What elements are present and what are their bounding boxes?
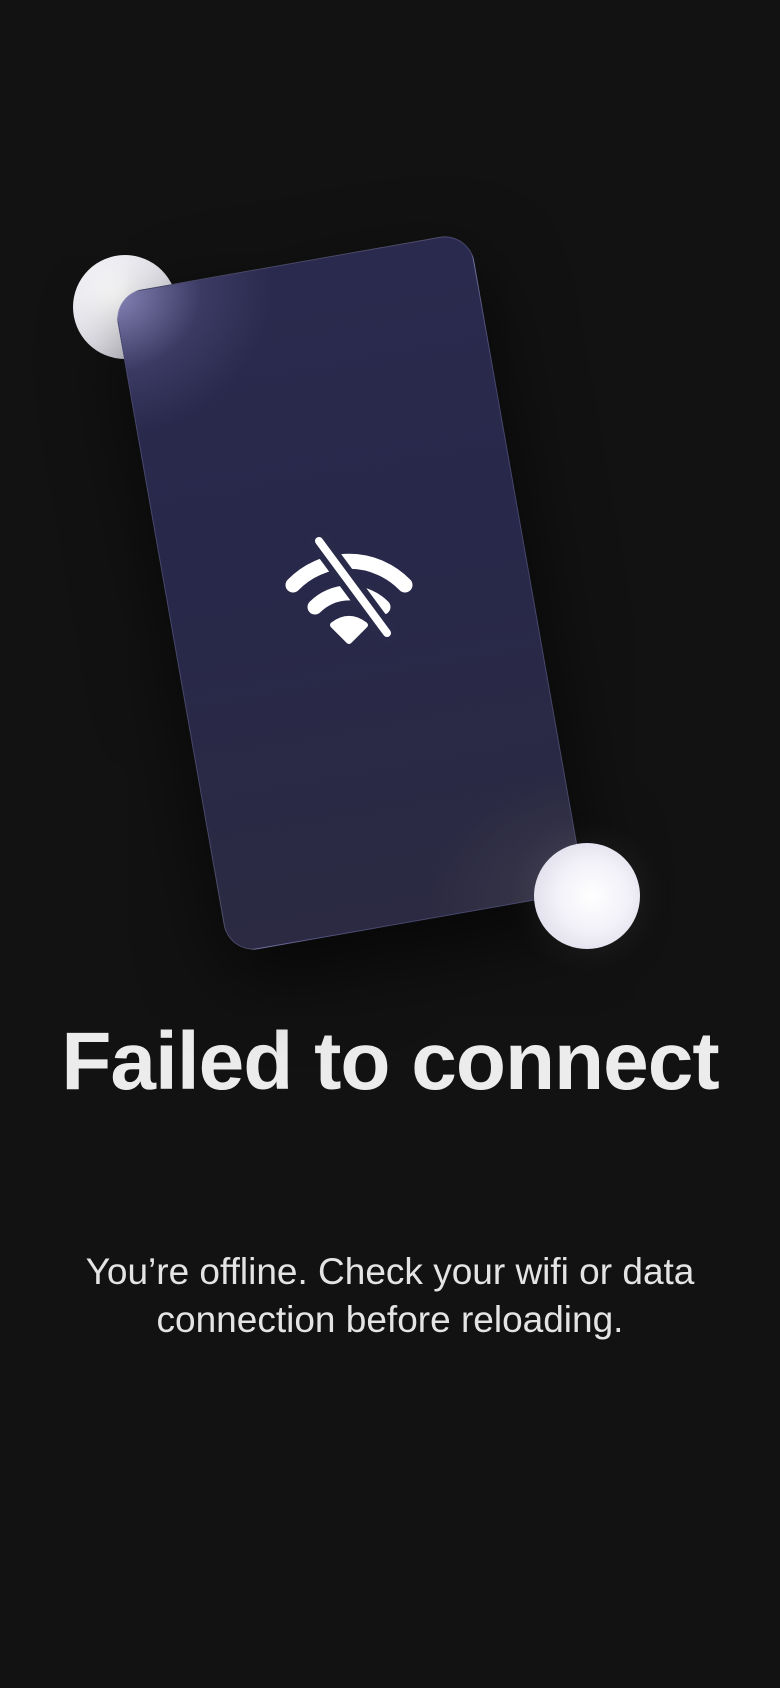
offline-illustration <box>0 0 780 980</box>
wifi-off-icon <box>279 533 419 653</box>
error-title: Failed to connect <box>61 1016 719 1107</box>
decorative-orb-bottom <box>534 843 640 949</box>
tilted-card <box>112 231 586 955</box>
offline-screen: Failed to connect You’re offline. Check … <box>0 0 780 1688</box>
error-message: You’re offline. Check your wifi or data … <box>85 1251 695 1340</box>
